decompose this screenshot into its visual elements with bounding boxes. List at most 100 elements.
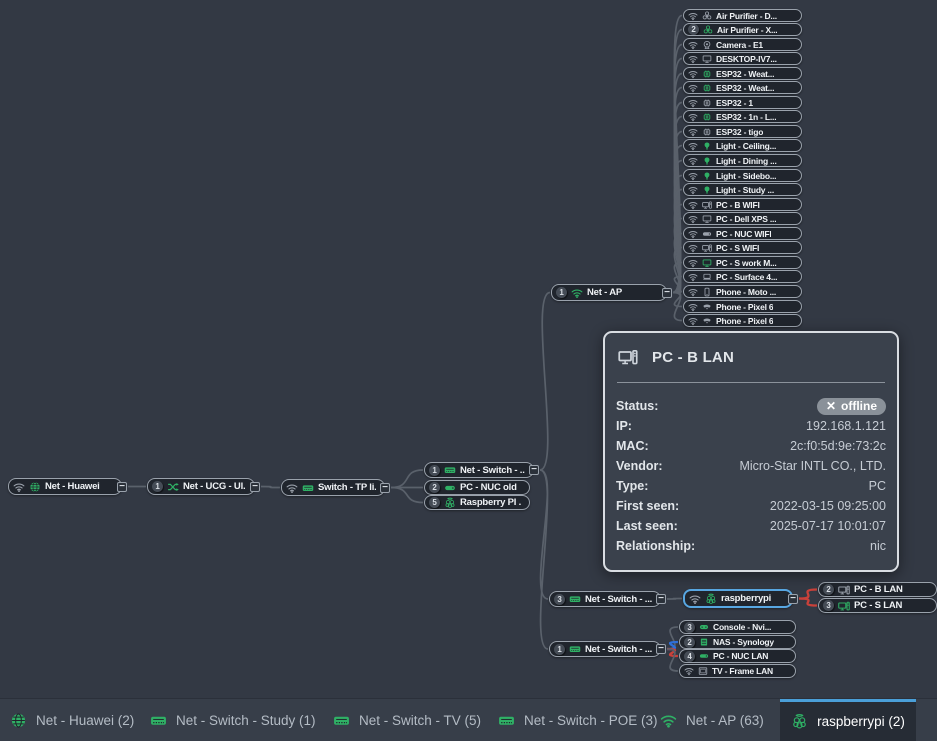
wifi-icon (688, 171, 698, 181)
node-d6[interactable]: ESP32 - 1 (683, 96, 802, 109)
node-label: PC - Dell XPS ... (716, 214, 776, 224)
collapse-toggle[interactable]: − (380, 483, 390, 493)
count-badge: 4 (684, 651, 695, 662)
tab-label: Net - Huawei (2) (36, 713, 134, 728)
popup-row-mac: MAC: 2c:f0:5d:9e:73:2c (616, 436, 886, 456)
node-label: Net - Switch - ... (585, 644, 652, 655)
node-label: PC - B WIFI (716, 200, 760, 210)
node-rpiold[interactable]: 5Raspberry PI ... (424, 495, 530, 510)
node-ap[interactable]: 1Net - AP (551, 284, 667, 301)
node-d15[interactable]: PC - NUC WIFI (683, 227, 802, 240)
edge-ucg-tp (261, 487, 280, 488)
node-sw3[interactable]: 1 Net - Switch - ... (549, 641, 661, 657)
monitor-icon (702, 214, 712, 224)
tab-label: Net - Switch - POE (3) (524, 713, 658, 728)
edge-sw2-rpi (667, 599, 682, 600)
node-pcb[interactable]: 2PC - B LAN (818, 582, 937, 597)
node-sw1[interactable]: 1Net - Switch - ... (424, 462, 534, 478)
nas-icon (699, 637, 709, 647)
node-label: NAS - Synology (713, 637, 774, 647)
node-label: PC - NUC old (460, 482, 517, 493)
node-d10[interactable]: Light - Dining ... (683, 154, 802, 167)
bulb-icon (702, 185, 712, 195)
collapse-toggle[interactable]: − (662, 288, 672, 298)
collapse-toggle[interactable]: − (529, 465, 539, 475)
mac-value: 2c:f0:5d:9e:73:2c (790, 439, 886, 453)
node-tp[interactable]: Switch - TP li... (281, 479, 385, 496)
node-nucold[interactable]: 2PC - NUC old (424, 480, 530, 495)
node-d19[interactable]: Phone - Moto ... (683, 285, 802, 298)
popup-row-last-seen: Last seen: 2025-07-17 10:01:07 (616, 516, 886, 536)
wifi-icon (689, 593, 701, 605)
node-tvframe[interactable]: TV - Frame LAN (679, 664, 796, 678)
raspberry-icon (444, 497, 456, 509)
node-d0[interactable]: Air Purifier - D... (683, 9, 802, 22)
node-sw2[interactable]: 3Net - Switch - ... (549, 591, 661, 607)
tab-raspberrypi[interactable]: raspberrypi (2) (780, 699, 916, 741)
collapse-toggle[interactable]: − (250, 482, 260, 492)
wifi-icon (688, 54, 698, 64)
node-d5[interactable]: ESP32 - Weat... (683, 81, 802, 94)
camera-icon (702, 40, 712, 50)
wifi-icon (688, 69, 698, 79)
node-d14[interactable]: PC - Dell XPS ... (683, 212, 802, 225)
minipc-icon (444, 482, 456, 494)
node-label: Raspberry PI ... (460, 497, 521, 508)
first-seen-label: First seen: (616, 499, 679, 513)
first-seen-value: 2022-03-15 09:25:00 (770, 499, 886, 513)
tab-net-switch-tv[interactable]: Net - Switch - TV (5) (333, 699, 481, 741)
node-d13[interactable]: PC - B WIFI (683, 198, 802, 211)
node-rpi[interactable]: raspberrypi (683, 589, 793, 608)
node-d2[interactable]: Camera - E1 (683, 38, 802, 51)
popup-rows: Status: ✕ offline IP: 192.168.1.121 MAC:… (616, 396, 886, 556)
status-badge: ✕ offline (817, 398, 886, 415)
node-d12[interactable]: Light - Study ... (683, 183, 802, 196)
tab-net-ap[interactable]: Net - AP (63) (660, 699, 764, 741)
phone-icon (702, 287, 712, 297)
node-d8[interactable]: ESP32 - tigo (683, 125, 802, 138)
collapse-toggle[interactable]: − (656, 644, 666, 654)
node-d20[interactable]: Phone - Pixel 6 (683, 300, 802, 313)
popup-row-first-seen: First seen: 2022-03-15 09:25:00 (616, 496, 886, 516)
node-d11[interactable]: Light - Sidebo... (683, 169, 802, 182)
node-label: ESP32 - Weat... (716, 83, 774, 93)
wifi-icon (286, 482, 298, 494)
node-huawei[interactable]: Net - Huawei (8, 478, 122, 495)
node-d3[interactable]: DESKTOP-IV7... (683, 52, 802, 65)
node-d21[interactable]: Phone - Pixel 6 (683, 314, 802, 327)
node-pcs[interactable]: 3PC - S LAN (818, 598, 937, 613)
handset-icon (702, 316, 712, 326)
node-console[interactable]: 3Console - Nvi... (679, 620, 796, 634)
wifi-icon (660, 712, 677, 729)
tab-net-huawei[interactable]: Net - Huawei (2) (10, 699, 134, 741)
chip-icon (702, 83, 712, 93)
tab-net-switch-study[interactable]: Net - Switch - Study (1) (150, 699, 316, 741)
wifi-icon (688, 156, 698, 166)
node-label: Phone - Moto ... (716, 287, 776, 297)
node-d4[interactable]: ESP32 - Weat... (683, 67, 802, 80)
count-badge: 1 (556, 287, 567, 298)
node-ucg[interactable]: 1Net - UCG - Ul... (147, 478, 255, 495)
wifi-icon (688, 243, 698, 253)
tab-net-switch-poe[interactable]: Net - Switch - POE (3) (498, 699, 658, 741)
node-d9[interactable]: Light - Ceiling... (683, 139, 802, 152)
collapse-toggle[interactable]: − (117, 482, 127, 492)
edge-tp-sw1 (391, 470, 423, 488)
node-nuclan[interactable]: 4PC - NUC LAN (679, 649, 796, 663)
node-d1[interactable]: 2Air Purifier - X... (683, 23, 802, 36)
node-d16[interactable]: PC - S WIFI (683, 241, 802, 254)
collapse-toggle[interactable]: − (656, 594, 666, 604)
node-nas[interactable]: 2NAS - Synology (679, 635, 796, 649)
wifi-icon (688, 112, 698, 122)
node-d7[interactable]: ESP32 - 1n - L... (683, 110, 802, 123)
collapse-toggle[interactable]: − (788, 594, 798, 604)
popup-row-type: Type: PC (616, 476, 886, 496)
count-badge: 1 (554, 644, 565, 655)
wifi-icon (688, 127, 698, 137)
node-d18[interactable]: PC - Surface 4... (683, 270, 802, 283)
pc-icon (702, 243, 712, 253)
node-label: raspberrypi (721, 593, 771, 604)
node-d17[interactable]: PC - S work M... (683, 256, 802, 269)
wifi-icon (13, 481, 25, 493)
shuffle-icon (167, 481, 179, 493)
